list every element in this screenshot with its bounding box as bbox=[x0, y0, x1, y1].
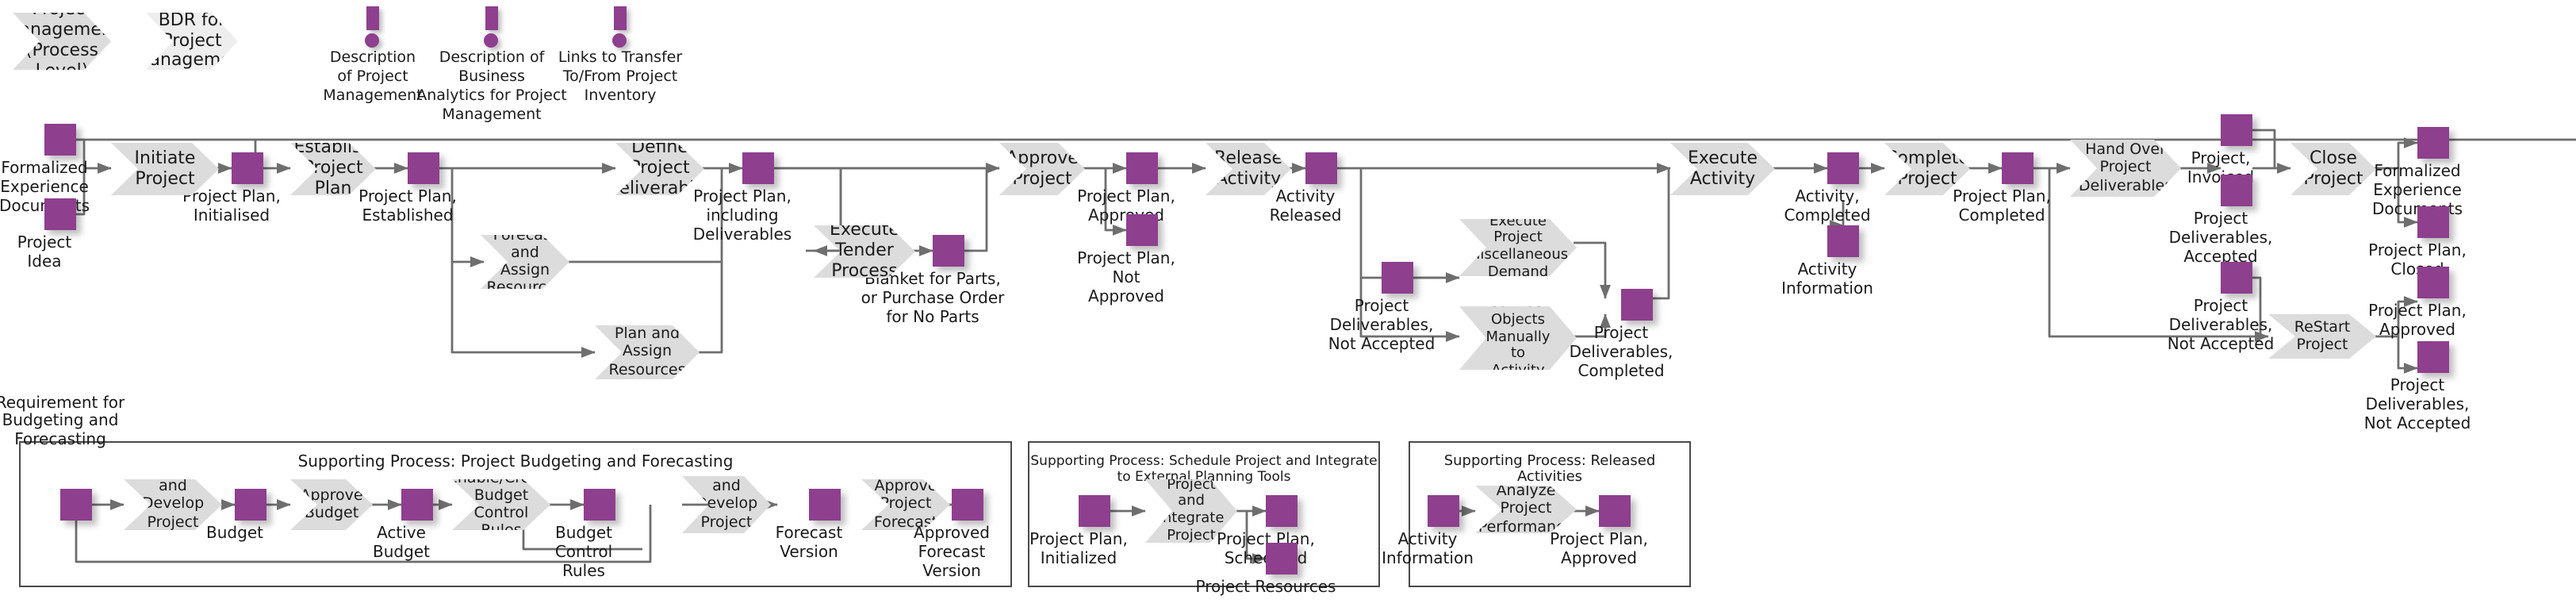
state-square bbox=[1428, 495, 1459, 527]
step-complete-project[interactable]: Complete Project bbox=[1884, 143, 1970, 195]
annotation-label: Description of Business Analytics for Pr… bbox=[416, 49, 567, 124]
state-label: Project Deliverables, Not Accepted bbox=[1328, 298, 1436, 354]
state-square bbox=[1126, 152, 1158, 184]
exclamation-icon bbox=[352, 6, 393, 48]
state-square bbox=[2221, 262, 2252, 294]
group-title: Supporting Process: Project Budgeting an… bbox=[297, 454, 734, 471]
state-square bbox=[1827, 225, 1859, 257]
exclamation-icon bbox=[471, 6, 512, 48]
exclamation-icon bbox=[600, 6, 641, 48]
step-approve-project[interactable]: Approve Project bbox=[999, 143, 1085, 195]
step-release-activity[interactable]: Release Activity bbox=[1206, 143, 1291, 195]
state-square bbox=[2221, 114, 2252, 146]
state-square bbox=[933, 235, 964, 267]
step-establish-project-plan[interactable]: Establish Project Plan bbox=[290, 143, 376, 195]
state-square bbox=[742, 152, 774, 184]
state-square bbox=[1827, 152, 1859, 184]
step-execute-project-miscellaneous-demand[interactable]: Execute Project Miscellaneous Demand bbox=[1459, 219, 1577, 276]
state-square bbox=[44, 124, 76, 156]
state-label: Project Deliverables, Not Accepted bbox=[2363, 378, 2471, 433]
state-label: Blanket for Parts, or Purchase Order for… bbox=[861, 271, 1005, 327]
state-label: Project Plan, Not Approved bbox=[1077, 251, 1175, 306]
state-label: Budget Control Rules bbox=[554, 525, 613, 581]
state-square bbox=[60, 489, 92, 521]
state-square bbox=[1599, 495, 1631, 527]
group-title: Supporting Process: Released Activities bbox=[1443, 454, 1656, 486]
state-square bbox=[952, 489, 983, 521]
step-forecast-and-assign-resources[interactable]: Forecast and Assign Resources bbox=[481, 235, 569, 289]
state-square bbox=[2002, 152, 2034, 184]
annotation-label: Description of Project Management bbox=[323, 49, 423, 105]
state-square bbox=[2221, 175, 2252, 206]
state-square bbox=[408, 152, 439, 184]
state-label: Project Plan, Approved bbox=[1550, 532, 1648, 568]
state-square bbox=[2417, 206, 2449, 238]
annotation-description-project-management: Description of Project Management bbox=[314, 6, 431, 106]
state-label: Project Plan, including Deliverables bbox=[692, 189, 792, 244]
state-square bbox=[401, 489, 433, 521]
state-square bbox=[2417, 341, 2449, 373]
state-square bbox=[1079, 495, 1110, 527]
step-execute-tender-process[interactable]: Execute Tender Process bbox=[814, 225, 915, 278]
state-square bbox=[1382, 262, 1413, 294]
step-plan-and-assign-resources[interactable]: Plan and Assign Resources bbox=[595, 325, 700, 379]
state-label: Requirement for Budgeting and Forecastin… bbox=[0, 394, 125, 450]
annotation-label: Links to Transfer To/From Project Invent… bbox=[558, 49, 683, 105]
header-chevron-bdr: BDR for Project Management bbox=[134, 9, 250, 71]
state-square bbox=[1305, 152, 1337, 184]
state-label: Project Deliverables, Accepted bbox=[2168, 211, 2273, 267]
state-square bbox=[2417, 127, 2449, 159]
step-define-project-deliverables[interactable]: Define Project Deliverables bbox=[615, 143, 704, 195]
step-hand-over-project-deliverables[interactable]: Hand Over Project Deliverables bbox=[2070, 140, 2181, 197]
state-square bbox=[584, 489, 615, 521]
header-chevron-process-level: Project Management (Process Level) bbox=[4, 0, 120, 81]
annotation-links-transfer-inventory: Links to Transfer To/From Project Invent… bbox=[552, 6, 688, 106]
state-label: Activity Information bbox=[1781, 262, 1873, 298]
state-square bbox=[809, 489, 841, 521]
annotation-description-business-analytics: Description of Business Analytics for Pr… bbox=[416, 6, 568, 125]
state-square bbox=[1266, 543, 1298, 574]
state-square bbox=[235, 489, 266, 521]
step-execute-activity[interactable]: Execute Activity bbox=[1670, 143, 1775, 195]
state-square bbox=[232, 152, 263, 184]
state-label: Active Budget bbox=[373, 525, 430, 562]
state-square bbox=[2417, 267, 2449, 298]
state-label: Project Idea bbox=[17, 235, 72, 271]
state-label: Project Resources bbox=[1195, 579, 1336, 597]
state-square bbox=[1266, 495, 1298, 527]
process-diagram-canvas: Project Management (Process Level) BDR f… bbox=[0, 0, 2576, 611]
state-square bbox=[44, 198, 76, 230]
state-square bbox=[1126, 214, 1158, 246]
state-square bbox=[1621, 289, 1653, 321]
